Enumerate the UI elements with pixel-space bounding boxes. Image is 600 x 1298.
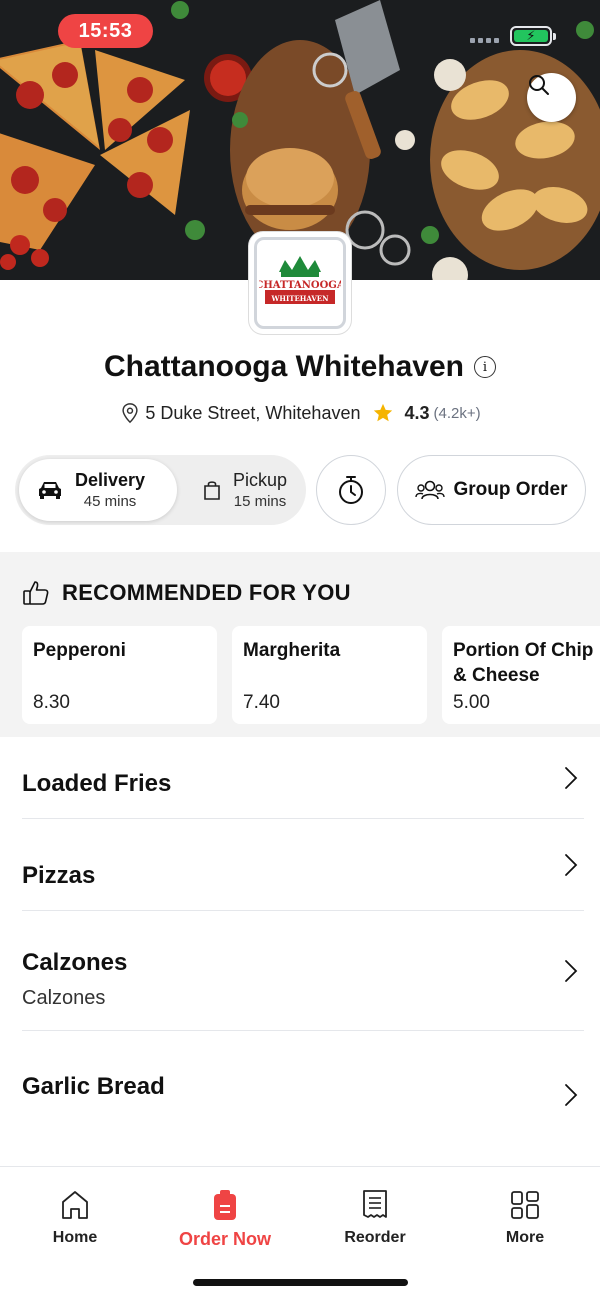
category-name: Pizzas <box>22 862 96 889</box>
star-icon <box>374 403 393 422</box>
nav-order-now-label: Order Now <box>178 1229 271 1249</box>
pickup-label: Pickup <box>233 470 288 490</box>
category-subtitle: Calzones <box>22 987 106 1009</box>
home-indicator[interactable] <box>193 1279 408 1286</box>
item-price: 7.40 <box>243 692 280 713</box>
category-row[interactable]: Calzones Calzones <box>22 911 584 1031</box>
logo-text-bottom: WHITEHAVEN <box>271 294 330 303</box>
recommended-item[interactable]: Pepperoni 8.30 <box>22 626 217 724</box>
chevron-right-icon <box>565 959 578 982</box>
shopping-bag-icon <box>204 481 220 500</box>
search-icon <box>529 75 549 95</box>
category-row[interactable]: Loaded Fries <box>22 737 584 819</box>
info-icon[interactable]: i <box>474 356 496 378</box>
nav-more-label: More <box>505 1229 545 1246</box>
category-name: Calzones <box>22 949 128 976</box>
chevron-right-icon <box>565 766 578 789</box>
recommended-title: RECOMMENDED FOR YOU <box>62 580 351 605</box>
recommended-section: RECOMMENDED FOR YOU Pepperoni 8.30 Margh… <box>0 552 600 737</box>
search-button[interactable] <box>527 73 576 122</box>
item-price: 5.00 <box>453 692 490 713</box>
battery-icon: ⚡ <box>510 26 556 46</box>
delivery-option[interactable]: Delivery 45 mins <box>19 459 177 521</box>
logo-text-top: CHATTANOOGA <box>259 280 341 291</box>
item-name: Margherita <box>243 640 341 661</box>
schedule-button[interactable] <box>316 455 386 525</box>
item-price: 8.30 <box>33 692 70 713</box>
nav-home[interactable]: Home <box>0 1189 150 1247</box>
item-name-line-2: & Cheese <box>453 665 540 686</box>
order-mode-toggle: Delivery 45 mins Pickup 15 mins <box>15 455 306 525</box>
category-row[interactable]: Pizzas <box>22 819 584 911</box>
nav-reorder-label: Reorder <box>344 1229 406 1246</box>
recommended-item[interactable]: Margherita 7.40 <box>232 626 427 724</box>
recommended-header: RECOMMENDED FOR YOU <box>22 580 351 606</box>
location-pin-icon <box>122 403 138 424</box>
receipt-icon <box>363 1190 387 1218</box>
chevron-right-icon <box>565 1084 578 1106</box>
thumbs-up-icon <box>23 581 49 605</box>
logo-image: CHATTANOOGA WHITEHAVEN <box>259 256 341 304</box>
recommended-item[interactable]: Portion Of Chip & Cheese 5.00 <box>442 626 600 724</box>
status-time: 15:53 <box>58 14 153 48</box>
signal-icon <box>470 38 499 43</box>
nav-reorder[interactable]: Reorder <box>300 1189 450 1247</box>
pickup-time: 15 mins <box>233 493 287 510</box>
category-name: Garlic Bread <box>22 1073 165 1100</box>
restaurant-name: Chattanooga Whitehaven <box>103 350 464 383</box>
pickup-option[interactable]: Pickup 15 mins <box>181 459 301 521</box>
group-order-button[interactable]: Group Order <box>397 455 586 525</box>
rating-value: 4.3 <box>404 402 430 423</box>
delivery-label: Delivery <box>75 470 146 490</box>
chevron-right-icon <box>565 853 578 876</box>
item-name: Pepperoni <box>33 640 126 661</box>
restaurant-address: 5 Duke Street, Whitehaven <box>145 402 361 423</box>
nav-order-now[interactable]: Order Now <box>150 1189 300 1250</box>
timer-icon <box>339 476 363 504</box>
group-icon <box>415 480 446 500</box>
category-row[interactable]: Garlic Bread <box>22 1031 584 1143</box>
home-icon <box>62 1191 88 1219</box>
grid-icon <box>511 1191 539 1219</box>
rating-count: (4.2k+) <box>433 404 481 422</box>
nav-more[interactable]: More <box>450 1189 600 1247</box>
restaurant-title-row: Chattanooga Whitehaven i <box>0 350 600 384</box>
order-icon <box>214 1190 236 1220</box>
restaurant-meta: 5 Duke Street, Whitehaven 4.3 (4.2k+) <box>0 402 600 424</box>
group-order-label: Group Order <box>453 479 568 500</box>
nav-home-label: Home <box>52 1229 98 1246</box>
delivery-time: 45 mins <box>83 493 137 510</box>
recommended-list: Pepperoni 8.30 Margherita 7.40 Portion O… <box>22 626 600 724</box>
battery-charging-icon: ⚡ <box>514 28 548 43</box>
car-icon <box>39 482 61 499</box>
category-name: Loaded Fries <box>22 770 172 797</box>
item-name-line-1: Portion Of Chip <box>453 640 594 661</box>
restaurant-logo: CHATTANOOGA WHITEHAVEN <box>249 232 351 334</box>
